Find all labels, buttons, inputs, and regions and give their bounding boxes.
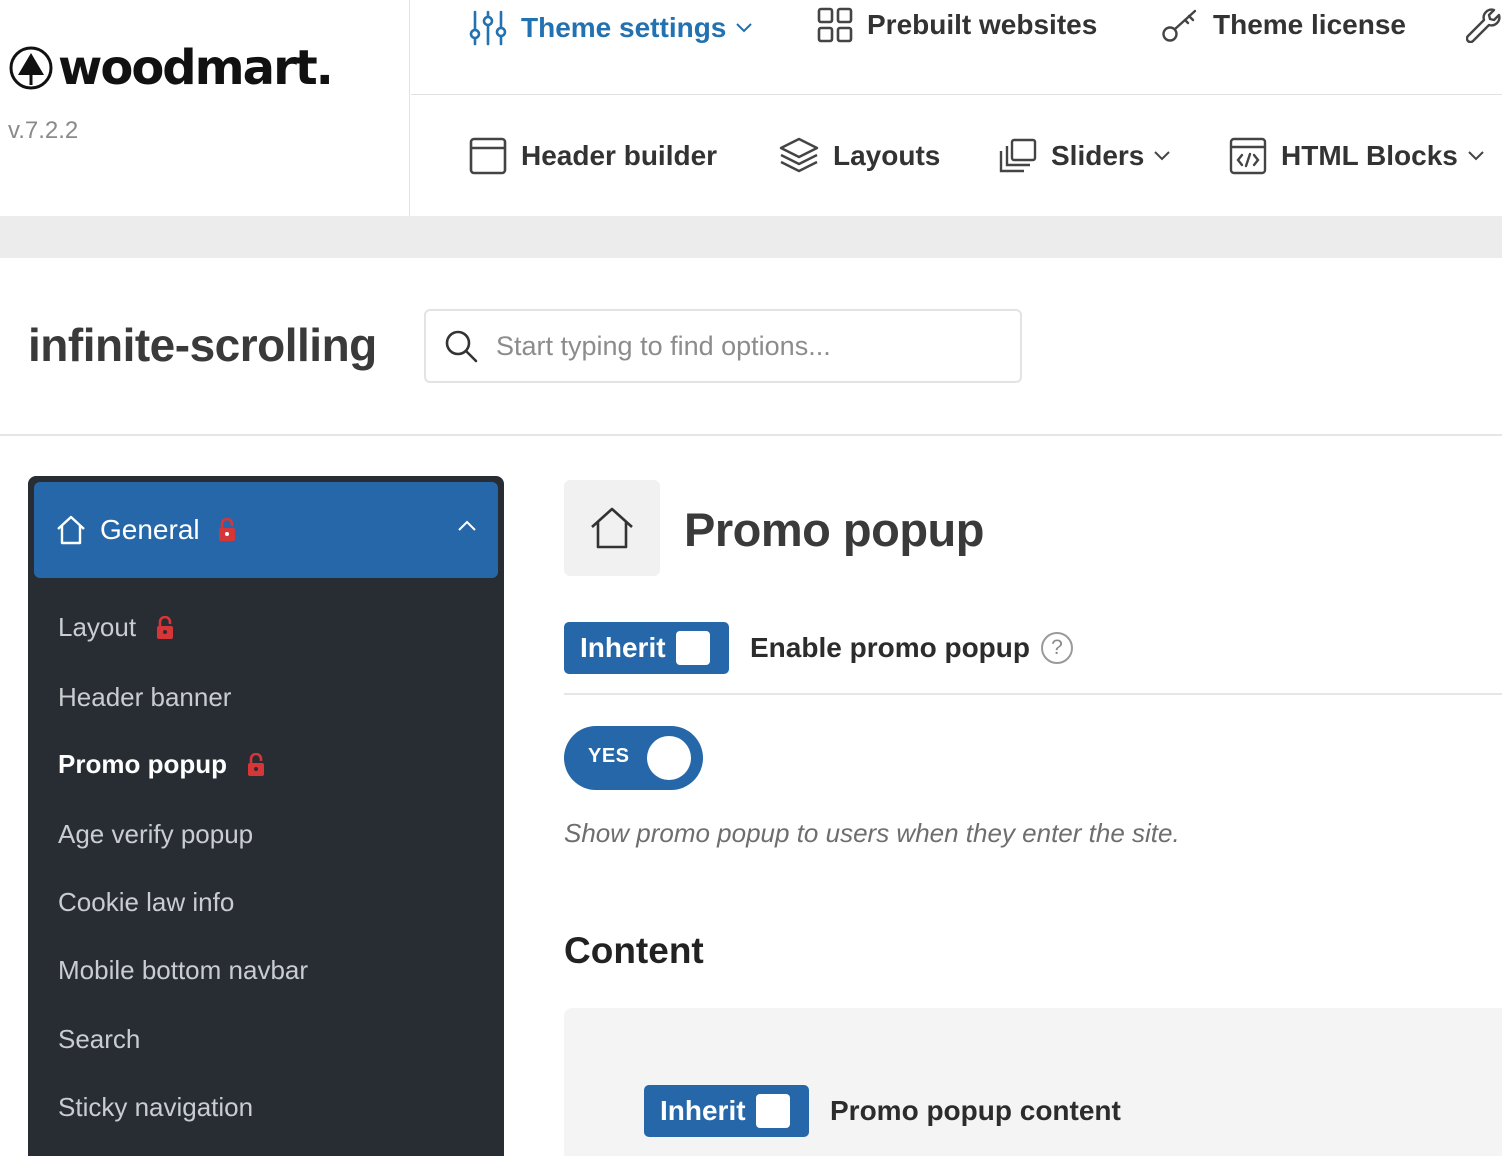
sidebar-item-layout[interactable]: Layout xyxy=(58,612,174,643)
logo-text: woodmart. xyxy=(58,40,334,96)
layers-icon xyxy=(779,137,819,173)
nav-layouts-label: Layouts xyxy=(833,140,941,171)
sidebar-item-search[interactable]: Search xyxy=(58,1024,140,1055)
grid-icon xyxy=(817,7,853,43)
chevron-down-icon xyxy=(1154,151,1171,161)
inherit-label: Inherit xyxy=(660,1095,746,1126)
sidebar-item-label: Mobile bottom navbar xyxy=(58,955,309,985)
nav-prebuilt-websites[interactable]: Prebuilt websites xyxy=(817,7,1097,43)
admin-nav-primary: Theme settings Prebuilt websites Theme l… xyxy=(411,0,1502,95)
switch-knob xyxy=(647,736,691,780)
title-divider xyxy=(0,434,1502,436)
promo-popup-content-label: Promo popup content xyxy=(830,1095,1121,1126)
sidebar-item-mobile-bottom-navbar[interactable]: Mobile bottom navbar xyxy=(58,955,308,986)
nav-header-builder-label: Header builder xyxy=(521,140,718,171)
sidebar-item-header-banner[interactable]: Header banner xyxy=(58,682,231,713)
section-title: Promo popup xyxy=(684,503,984,556)
lock-icon xyxy=(218,518,235,541)
woodmart-logo[interactable]: woodmart. xyxy=(8,40,334,96)
nav-sliders[interactable]: Sliders xyxy=(999,138,1171,174)
nav-theme-settings[interactable]: Theme settings xyxy=(469,10,753,46)
sidebar-item-label: Sticky navigation xyxy=(58,1092,254,1122)
inherit-label: Inherit xyxy=(580,632,666,663)
sliders-icon xyxy=(469,10,507,46)
chevron-down-icon xyxy=(736,23,753,33)
sidebar-item-promo-popup[interactable]: Promo popup xyxy=(58,749,265,780)
key-icon xyxy=(1162,9,1197,42)
slides-icon xyxy=(999,138,1037,173)
inherit-toggle-enable-promo[interactable]: Inherit xyxy=(564,622,729,674)
admin-nav-secondary: Header builder Layouts Sliders HTML Bloc… xyxy=(411,96,1502,216)
help-icon[interactable]: ? xyxy=(1041,632,1073,664)
header-separator xyxy=(0,216,1502,258)
option-description: Show promo popup to users when they ente… xyxy=(564,818,1180,848)
nav-theme-settings-label: Theme settings xyxy=(521,12,727,43)
section-icon-box xyxy=(564,480,660,576)
sidebar-item-sticky-navigation[interactable]: Sticky navigation xyxy=(58,1092,253,1123)
inherit-checkbox[interactable] xyxy=(675,631,710,665)
theme-version: v.7.2.2 xyxy=(8,117,79,144)
home-icon xyxy=(57,515,85,545)
code-icon xyxy=(1229,137,1267,175)
home-icon xyxy=(591,507,633,549)
settings-sidebar: General Layout Header banner Promo popup… xyxy=(28,476,504,1156)
nav-theme-license[interactable]: Theme license xyxy=(1161,7,1406,43)
wrench-icon xyxy=(1466,8,1501,43)
inherit-checkbox[interactable] xyxy=(755,1094,790,1128)
sidebar-item-age-verify-popup[interactable]: Age verify popup xyxy=(58,819,253,850)
sidebar-item-label: Header banner xyxy=(58,682,232,712)
lock-icon xyxy=(157,615,174,639)
brand-area: woodmart. v.7.2.2 xyxy=(0,0,410,216)
sidebar-section-general[interactable]: General xyxy=(34,482,498,578)
page-title: infinite-scrolling xyxy=(28,319,377,371)
nav-html-blocks-label: HTML Blocks xyxy=(1281,140,1458,171)
sidebar-item-label: Cookie law info xyxy=(58,887,235,917)
top-header: woodmart. v.7.2.2 Theme settings Prebuil… xyxy=(0,0,1502,216)
content-heading: Content xyxy=(564,930,704,971)
lock-icon xyxy=(247,752,264,776)
nav-layouts[interactable]: Layouts xyxy=(779,137,940,175)
enable-promo-popup-label: Enable promo popup xyxy=(750,632,1030,663)
chevron-up-icon xyxy=(458,520,476,531)
tree-logo-icon xyxy=(9,46,53,90)
sidebar-section-label: General xyxy=(100,514,200,545)
sidebar-item-label: Layout xyxy=(58,612,137,642)
switch-state-label: YES xyxy=(588,745,630,767)
inherit-toggle-promo-content[interactable]: Inherit xyxy=(644,1085,809,1137)
chevron-down-icon xyxy=(1468,151,1484,161)
sidebar-item-label: Search xyxy=(58,1024,141,1054)
sidebar-item-cookie-law-info[interactable]: Cookie law info xyxy=(58,887,234,918)
nav-tools[interactable] xyxy=(1466,7,1502,43)
nav-sliders-label: Sliders xyxy=(1051,140,1145,171)
nav-prebuilt-websites-label: Prebuilt websites xyxy=(867,9,1098,40)
nav-header-builder[interactable]: Header builder xyxy=(469,137,717,175)
option-divider xyxy=(564,693,1502,695)
options-search[interactable] xyxy=(424,309,1022,383)
search-icon xyxy=(445,330,478,363)
nav-html-blocks[interactable]: HTML Blocks xyxy=(1229,137,1484,175)
search-input[interactable] xyxy=(496,330,996,362)
enable-promo-popup-switch[interactable]: YES xyxy=(564,726,703,790)
nav-theme-license-label: Theme license xyxy=(1213,9,1406,40)
window-icon xyxy=(469,137,507,175)
sidebar-item-label: Promo popup xyxy=(58,749,227,779)
sidebar-item-label: Age verify popup xyxy=(58,819,254,849)
